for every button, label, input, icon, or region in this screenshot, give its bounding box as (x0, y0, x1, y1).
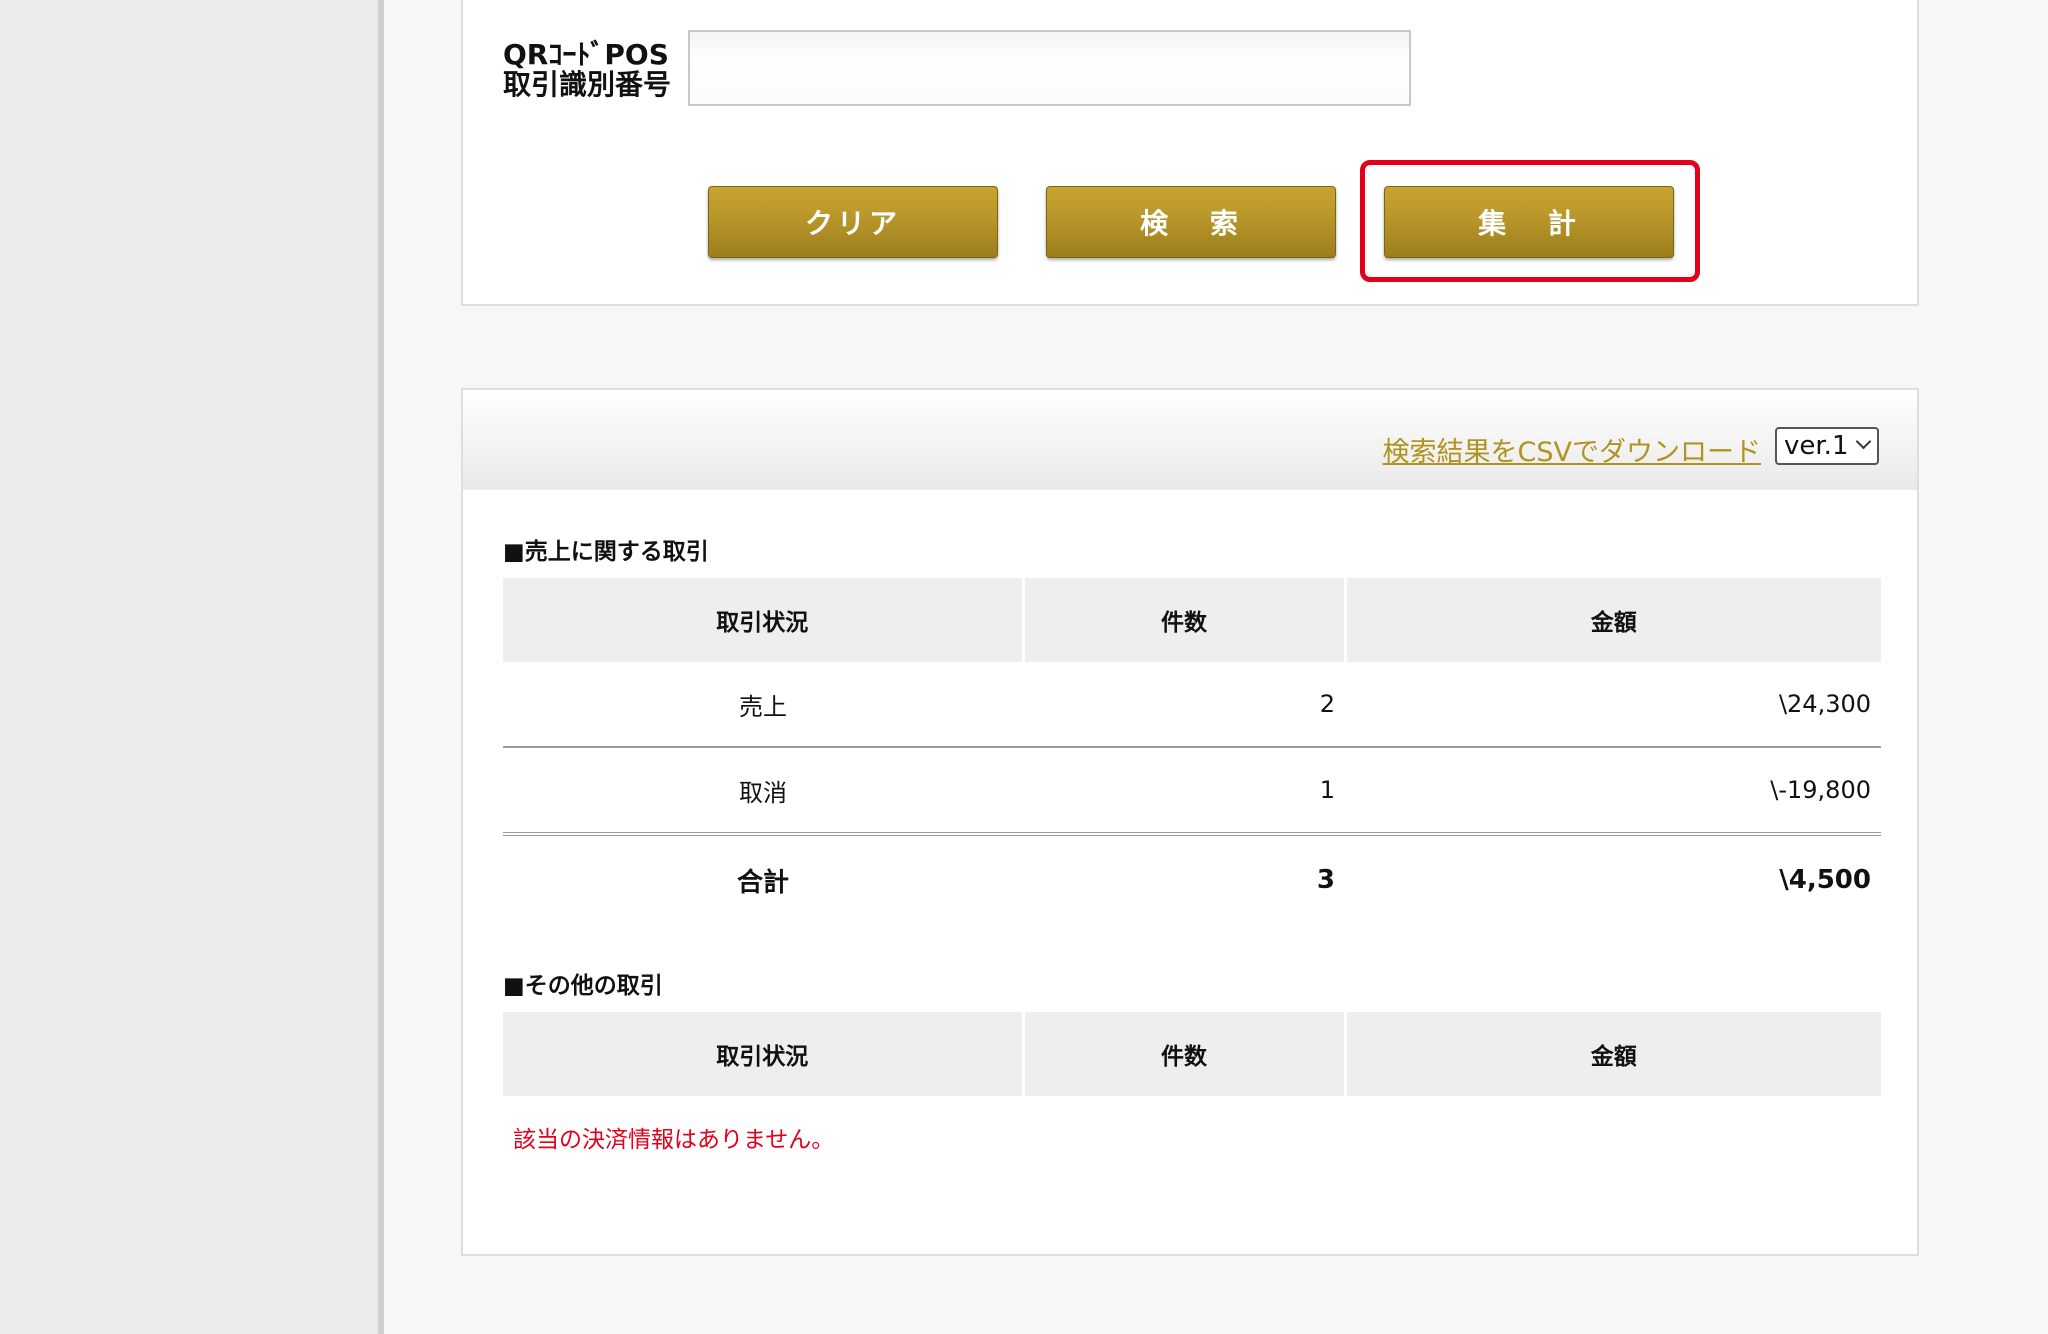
chevron-down-icon (1855, 433, 1872, 450)
total-count: 3 (1316, 865, 1335, 895)
transaction-id-label: QRｺｰﾄﾞPOS 取引識別番号 (503, 40, 671, 100)
table-row: 取消 1 \-19,800 (503, 747, 1881, 836)
transaction-id-label-line1: QRｺｰﾄﾞPOS (503, 38, 669, 71)
row-status: 売上 (503, 662, 1023, 748)
other-section-title: ■その他の取引 (503, 973, 663, 999)
column-header-count: 件数 (1023, 1012, 1347, 1096)
column-header-status: 取引状況 (503, 578, 1025, 662)
total-row: 合計 3 \4,500 (503, 834, 1881, 924)
total-status: 合計 (736, 867, 789, 898)
total-button[interactable]: 集 計 (1384, 186, 1674, 258)
search-panel: QRｺｰﾄﾞPOS 取引識別番号 クリア 検 索 集 計 (461, 0, 1919, 306)
column-header-amount: 金額 (1345, 1012, 1881, 1096)
no-data-message: 該当の決済情報はありません。 (513, 1127, 835, 1153)
version-select-value: ver.1 (1784, 431, 1849, 461)
sales-table-header: 取引状況 件数 金額 (503, 578, 1881, 662)
column-header-amount: 金額 (1345, 578, 1881, 662)
column-header-count: 件数 (1023, 578, 1347, 662)
transaction-id-input[interactable] (688, 30, 1411, 106)
csv-download-link[interactable]: 検索結果をCSVでダウンロード (1383, 430, 1761, 469)
total-amount: \4,500 (1779, 865, 1871, 895)
search-button[interactable]: 検 索 (1046, 186, 1336, 258)
sales-table: 取引状況 件数 金額 売上 2 \24,300 取消 1 \-19,800 合計… (503, 578, 1881, 924)
results-header: 検索結果をCSVでダウンロード ver.1 (463, 390, 1917, 490)
other-table: 取引状況 件数 金額 (503, 1012, 1881, 1096)
sidebar (0, 0, 384, 1334)
row-count: 1 (1023, 747, 1345, 836)
sales-section-title: ■売上に関する取引 (503, 539, 709, 565)
row-amount: \-19,800 (1345, 747, 1881, 836)
other-table-header: 取引状況 件数 金額 (503, 1012, 1881, 1096)
row-status: 取消 (503, 747, 1023, 836)
row-count: 2 (1023, 662, 1345, 748)
column-header-status: 取引状況 (503, 1012, 1025, 1096)
table-row: 売上 2 \24,300 (503, 662, 1881, 748)
row-amount: \24,300 (1345, 662, 1881, 748)
version-select[interactable]: ver.1 (1775, 427, 1879, 465)
results-panel: 検索結果をCSVでダウンロード ver.1 ■売上に関する取引 取引状況 件数 … (461, 388, 1919, 1256)
transaction-id-label-line2: 取引識別番号 (503, 68, 672, 101)
clear-button[interactable]: クリア (708, 186, 998, 258)
